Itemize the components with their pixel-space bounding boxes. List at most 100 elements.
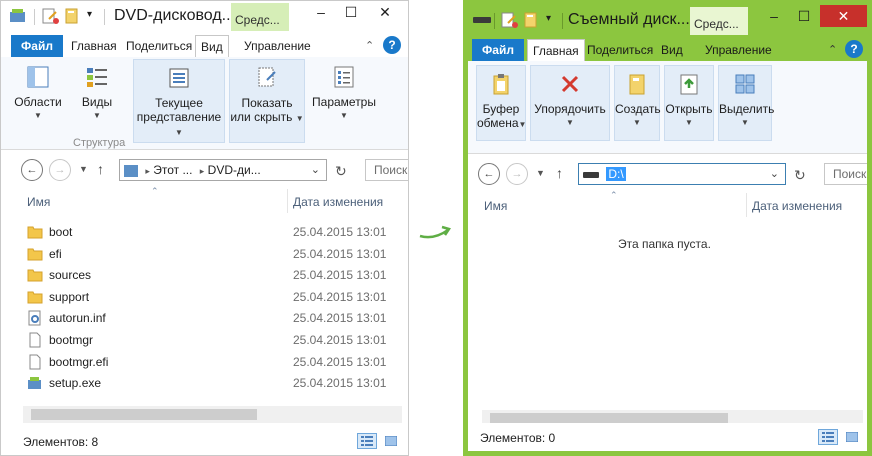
show-hide-button[interactable]: Показать или скрыть ▼ [229,59,305,143]
properties-icon[interactable] [500,11,518,31]
open-button[interactable]: Открыть ▼ [664,65,714,141]
file-name: bootmgr.efi [49,354,109,369]
refresh-icon[interactable]: ↻ [335,163,347,180]
close-icon[interactable]: ✕ [371,1,399,23]
tab-view[interactable]: Вид [195,35,229,57]
clipboard-button[interactable]: Буфер обмена▼ [476,65,526,141]
title-separator [494,13,495,29]
help-icon[interactable]: ? [845,40,863,58]
select-button[interactable]: Выделить ▼ [718,65,775,141]
tab-manage[interactable]: Управление [700,39,777,61]
drive-icon [583,171,599,178]
dropdown-caret-icon: ▼ [685,118,693,127]
breadcrumb-this-pc[interactable]: Этот ... [153,163,192,177]
context-tab-drive-tools[interactable]: Средс... [231,3,289,31]
search-input[interactable]: Поиск [365,159,408,181]
forward-arrow-icon[interactable]: → [506,163,528,185]
tab-home[interactable]: Главная [527,39,585,61]
recent-locations-icon[interactable]: ▼ [79,164,88,174]
file-row[interactable]: bootmgr.efi 25.04.2015 13:01 [27,352,387,372]
quick-access-dropdown-icon[interactable]: ▾ [546,13,551,33]
file-name: support [49,289,90,304]
breadcrumb-dvd-drive[interactable]: DVD-ди... [208,163,261,177]
dropdown-caret-icon: ▼ [175,128,183,137]
help-icon[interactable]: ? [383,36,401,54]
file-row[interactable]: support 25.04.2015 13:01 [27,287,387,307]
minimize-icon[interactable]: – [760,5,788,27]
views-button[interactable]: Виды ▼ [75,63,119,123]
tab-share[interactable]: Поделиться [121,35,197,57]
options-button[interactable]: Параметры ▼ [309,63,379,123]
column-header-date[interactable]: Дата изменения [752,199,842,213]
address-bar[interactable]: D:\ ⌄ [578,163,786,185]
details-view-icon[interactable] [357,433,377,449]
collapse-ribbon-icon[interactable]: ⌃ [823,39,842,61]
recent-locations-icon[interactable]: ▼ [536,168,545,178]
back-arrow-icon[interactable]: ← [478,163,500,185]
new-folder-icon[interactable] [63,7,81,27]
details-view-icon[interactable] [818,429,838,445]
new-folder-icon[interactable] [522,11,540,31]
column-header-date[interactable]: Дата изменения [293,195,383,209]
column-divider[interactable] [287,189,288,213]
tab-view[interactable]: Вид [656,39,688,61]
back-arrow-icon[interactable]: ← [21,159,43,181]
horizontal-scrollbar[interactable] [23,406,402,423]
close-icon[interactable]: ✕ [820,5,867,27]
tab-manage[interactable]: Управление [239,35,316,57]
tab-file[interactable]: Файл [11,35,63,57]
file-row[interactable]: bootmgr 25.04.2015 13:01 [27,330,387,350]
column-divider[interactable] [746,193,747,217]
quick-access-dropdown-icon[interactable]: ▾ [87,9,92,29]
window-title: DVD-дисковод... [114,7,235,24]
breadcrumb-separator-icon: ▸ [145,166,150,176]
tab-share[interactable]: Поделиться [582,39,658,61]
file-row[interactable]: efi 25.04.2015 13:01 [27,244,387,264]
current-view-label-2: представление [136,110,222,124]
column-header-name[interactable]: Имя [27,195,50,209]
collapse-ribbon-icon[interactable]: ⌃ [360,35,379,57]
large-icons-view-icon[interactable] [842,429,862,445]
file-row[interactable]: sources 25.04.2015 13:01 [27,265,387,285]
address-dropdown-icon[interactable]: ⌄ [311,160,320,180]
areas-button[interactable]: Области ▼ [11,63,65,123]
app-icon [9,7,27,27]
file-name: boot [49,225,73,239]
organize-button[interactable]: Упорядочить ▼ [530,65,610,141]
show-hide-label-1: Показать [241,96,293,110]
select-label: Выделить [719,102,775,116]
minimize-icon[interactable]: – [307,1,335,23]
scrollbar-thumb[interactable] [31,409,257,420]
address-dropdown-icon[interactable]: ⌄ [770,164,779,184]
file-row[interactable]: setup.exe 25.04.2015 13:01 [27,373,387,393]
properties-icon[interactable] [41,7,59,27]
context-tab-drive-tools[interactable]: Средс... [690,7,748,35]
folder-icon [27,267,43,283]
up-arrow-icon[interactable]: ↑ [556,165,563,181]
item-count: Элементов: 8 [23,435,99,449]
tab-file[interactable]: Файл [472,39,524,61]
folder-icon [27,224,43,240]
file-icon [27,354,43,370]
new-button[interactable]: Создать ▼ [614,65,661,141]
search-input[interactable]: Поиск [824,163,867,185]
current-view-button[interactable]: Текущее представление ▼ [133,59,225,143]
views-label: Виды [81,95,113,109]
refresh-icon[interactable]: ↻ [794,167,806,184]
column-header-name[interactable]: Имя [484,199,507,213]
maximize-icon[interactable]: ☐ [790,5,818,27]
maximize-icon[interactable]: ☐ [337,1,365,23]
file-row[interactable]: boot 25.04.2015 13:01 [27,222,387,242]
address-bar[interactable]: ▸ Этот ... ▸ DVD-ди... ⌄ [119,159,327,181]
file-row[interactable]: autorun.inf 25.04.2015 13:01 [27,308,387,328]
tab-home[interactable]: Главная [66,35,122,57]
breadcrumb-separator-icon: ▸ [199,166,205,176]
large-icons-view-icon[interactable] [381,433,401,449]
address-path-input[interactable]: D:\ [606,167,626,181]
up-arrow-icon[interactable]: ↑ [97,161,104,177]
clipboard-label-1: Буфер [482,102,520,116]
options-icon [330,63,358,91]
forward-arrow-icon[interactable]: → [49,159,71,181]
title-separator [104,9,105,25]
title-separator [562,13,563,29]
